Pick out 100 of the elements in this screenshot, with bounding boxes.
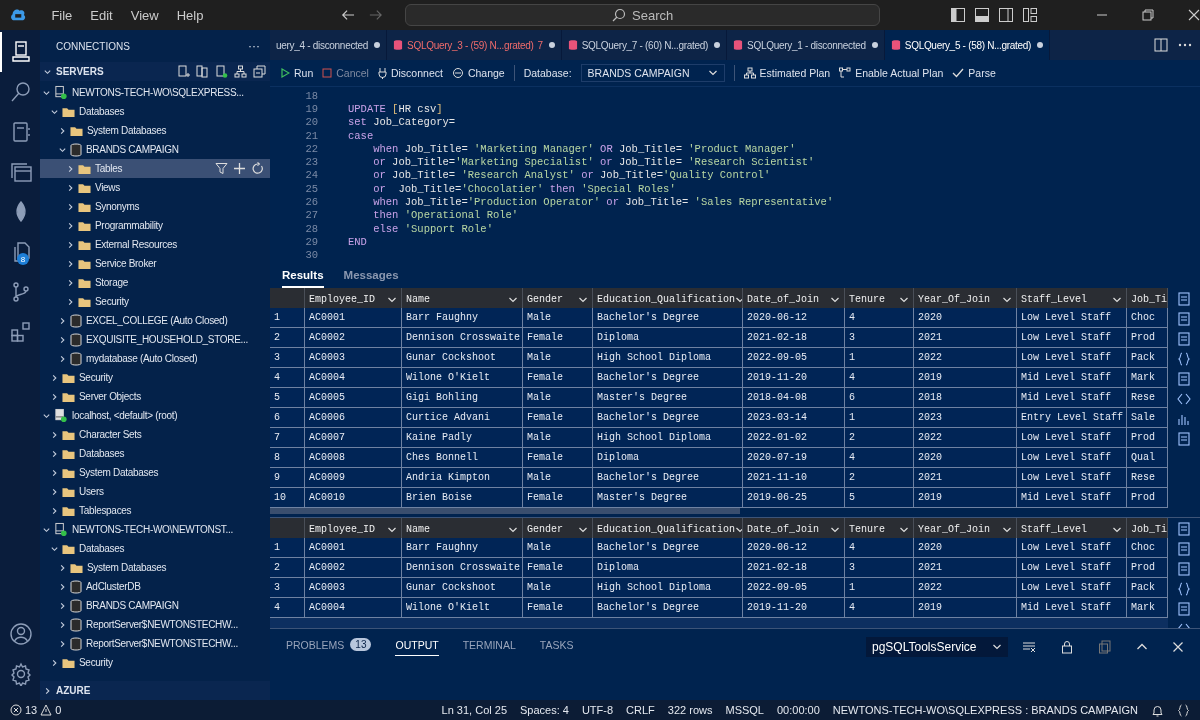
tree-item[interactable]: Programmability (40, 216, 270, 235)
collapse-all-icon[interactable] (253, 65, 266, 78)
panel-layout-icon[interactable] (974, 7, 990, 23)
filter-icon[interactable] (215, 162, 228, 175)
tree-item[interactable]: System Databases (40, 558, 270, 577)
error-count[interactable]: 13 (25, 704, 38, 716)
tree-item[interactable]: EXQUISITE_HOUSEHOLD_STORE... (40, 330, 270, 349)
editor-tab[interactable]: uery_4 - disconnected (270, 30, 388, 60)
file-icon[interactable] (1177, 542, 1191, 556)
results-tab[interactable]: Messages (343, 269, 399, 288)
tree-item[interactable]: localhost, <default> (root) (40, 406, 270, 425)
unsaved-dot[interactable] (714, 42, 721, 48)
file-icon[interactable] (1177, 432, 1191, 446)
actual-plan-button[interactable]: Enable Actual Plan (839, 67, 944, 79)
server-icon[interactable] (215, 65, 228, 78)
grid-layout-icon[interactable] (1022, 7, 1038, 23)
tree-item[interactable]: Databases (40, 539, 270, 558)
scrollbar-thumb[interactable] (270, 508, 740, 514)
tree-item[interactable]: Databases (40, 102, 270, 121)
tree-item[interactable]: NEWTONS-TECH-WO\SQLEXPRESS... (40, 83, 270, 102)
editor-tab[interactable]: SQLQuery_5 - (58) N...grated) (884, 30, 1051, 60)
section-header[interactable]: SERVERS (40, 62, 270, 81)
editor-tab[interactable]: SQLQuery_7 - (60) N...grated) (561, 30, 728, 60)
tree-item[interactable]: External Resources (40, 235, 270, 254)
menu-item[interactable]: View (122, 4, 167, 26)
file-icon[interactable] (1177, 602, 1191, 616)
more-actions[interactable]: ··· (248, 39, 260, 53)
menu-item[interactable]: File (43, 4, 81, 26)
unsaved-dot[interactable] (1037, 42, 1044, 48)
file-icon[interactable] (1177, 292, 1191, 306)
editor-tab[interactable]: SQLQuery_3 - (59) N...grated) 7 (387, 30, 562, 60)
status-item[interactable]: UTF-8 (581, 704, 614, 716)
tree-item[interactable]: Storage (40, 273, 270, 292)
forward-arrow-icon[interactable] (369, 8, 384, 22)
tree-item[interactable]: BRANDS CAMPAIGN (40, 140, 270, 159)
bar-chart-icon[interactable] (1177, 412, 1191, 426)
panel-tab[interactable]: OUTPUT (395, 638, 439, 656)
panel-tab[interactable]: PROBLEMS 13 (286, 638, 372, 656)
unsaved-dot[interactable] (871, 42, 878, 48)
refresh-icon[interactable] (251, 162, 264, 175)
file-icon[interactable] (1177, 562, 1191, 576)
clear-output-icon[interactable] (1022, 640, 1036, 654)
file-icon[interactable] (1177, 372, 1191, 386)
new-server-group-icon[interactable] (196, 65, 209, 78)
file-icon[interactable] (1177, 332, 1191, 346)
back-arrow-icon[interactable] (341, 8, 356, 22)
new-connection-icon[interactable] (177, 65, 190, 78)
hierarchy-icon[interactable] (234, 65, 247, 78)
warning-count[interactable]: 0 (55, 704, 62, 716)
tree-item[interactable]: NEWTONS-TECH-WO\NEWTONST... (40, 520, 270, 539)
angle-brackets-icon[interactable] (1177, 392, 1191, 406)
close-icon[interactable] (1188, 9, 1200, 21)
lock-icon[interactable] (1060, 640, 1074, 654)
file-icon[interactable] (1177, 522, 1191, 536)
parse-button[interactable]: Parse (952, 67, 996, 79)
braces-icon[interactable] (1177, 703, 1190, 717)
tree-item[interactable]: Security (40, 368, 270, 387)
split-layout-icon[interactable] (998, 7, 1014, 23)
change-button[interactable]: Change (451, 67, 505, 79)
status-item[interactable]: 00:00:00 (777, 704, 820, 716)
tree-item[interactable]: Users (40, 482, 270, 501)
tree-item[interactable]: Databases (40, 444, 270, 463)
braces-icon[interactable] (1177, 582, 1191, 596)
output-channel-dropdown[interactable]: pgSQLToolsService (866, 637, 1008, 657)
status-item[interactable]: 322 rows (667, 704, 713, 716)
tree-item[interactable]: ReportServer$NEWTONSTECHW... (40, 634, 270, 653)
run-button[interactable]: Run (280, 67, 314, 79)
disconnect-button[interactable]: Disconnect (377, 67, 443, 79)
tree-item[interactable]: Character Sets (40, 425, 270, 444)
tree-item[interactable]: EXCEL_COLLEGE (Auto Closed) (40, 311, 270, 330)
panel-tab[interactable]: TASKS (539, 638, 574, 656)
tree-item[interactable]: ReportServer$NEWTONSTECHW... (40, 615, 270, 634)
tree-item[interactable]: Server Objects (40, 387, 270, 406)
tree-item[interactable]: BRANDS CAMPAIGN (40, 596, 270, 615)
status-item[interactable]: NEWTONS-TECH-WO\SQLEXPRESS : BRANDS CAMPAIGN (832, 704, 1138, 716)
tree-item[interactable]: Views (40, 178, 270, 197)
panel-tab[interactable]: TERMINAL (462, 638, 516, 656)
close-icon[interactable] (1172, 641, 1184, 653)
file-icon[interactable] (1177, 312, 1191, 326)
copy-icon[interactable] (1098, 640, 1112, 654)
menu-item[interactable]: Edit (82, 4, 121, 26)
tree-item[interactable]: System Databases (40, 121, 270, 140)
status-item[interactable]: CRLF (626, 704, 655, 716)
unsaved-dot[interactable] (548, 42, 555, 48)
database-dropdown[interactable]: BRANDS CAMPAIGN (580, 64, 725, 82)
tree-item[interactable]: mydatabase (Auto Closed) (40, 349, 270, 368)
restore-icon[interactable] (1142, 9, 1154, 21)
estimated-plan-button[interactable]: Estimated Plan (743, 67, 831, 79)
sidebar-layout-icon[interactable] (950, 7, 966, 23)
menu-item[interactable]: Help (168, 4, 212, 26)
tree-item[interactable]: Service Broker (40, 254, 270, 273)
tree-item[interactable]: Security (40, 292, 270, 311)
tree-item[interactable]: Tables (40, 159, 270, 178)
search-field[interactable]: Search (405, 4, 880, 26)
unsaved-dot[interactable] (374, 42, 381, 48)
editor-tab[interactable]: SQLQuery_1 - disconnected (727, 30, 885, 60)
status-item[interactable]: Spaces: 4 (520, 704, 569, 716)
tree-item[interactable]: System Databases (40, 463, 270, 482)
split-editor-icon[interactable] (1154, 38, 1168, 52)
add-icon[interactable] (233, 162, 246, 175)
